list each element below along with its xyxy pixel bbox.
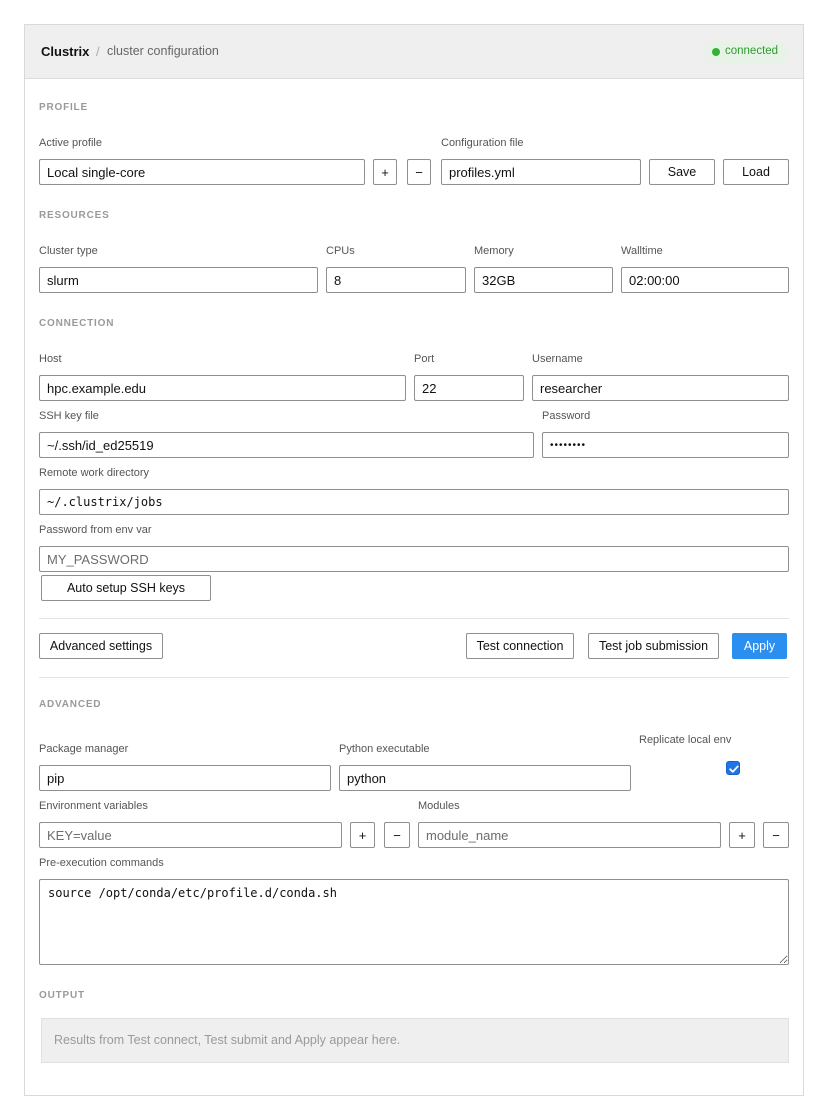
divider-top: [39, 618, 789, 619]
section-resources-title: RESOURCES: [39, 210, 110, 221]
env-vars-label: Environment variables: [39, 800, 148, 812]
package-manager-label: Package manager: [39, 743, 129, 755]
add-env-var-button[interactable]: +: [350, 822, 375, 848]
python-executable-input[interactable]: [339, 765, 631, 791]
walltime-input[interactable]: [621, 267, 789, 293]
port-input[interactable]: [414, 375, 524, 401]
panel-header: Clustrix / cluster configuration connect…: [25, 25, 803, 79]
active-profile-label: Active profile: [39, 137, 102, 149]
package-manager-select[interactable]: [39, 765, 331, 791]
env-password-input[interactable]: [39, 546, 789, 572]
port-label: Port: [414, 353, 435, 365]
modules-label: Modules: [418, 800, 460, 812]
password-input[interactable]: [542, 432, 789, 458]
section-profile-title: PROFILE: [39, 102, 88, 113]
active-profile-input[interactable]: [39, 159, 365, 185]
breadcrumb-separator: /: [96, 44, 100, 59]
config-panel: Clustrix / cluster configuration connect…: [24, 24, 804, 1096]
env-vars-input[interactable]: [39, 822, 342, 848]
cpus-label: CPUs: [326, 245, 355, 257]
load-button[interactable]: Load: [723, 159, 789, 185]
section-output-title: OUTPUT: [39, 990, 85, 1001]
replicate-env-label: Replicate local env: [639, 734, 732, 746]
remove-module-button[interactable]: −: [763, 822, 789, 848]
page-subtitle: cluster configuration: [107, 44, 219, 58]
apply-button[interactable]: Apply: [732, 633, 787, 659]
cluster-type-select[interactable]: [39, 267, 318, 293]
test-job-submission-button[interactable]: Test job submission: [588, 633, 719, 659]
advanced-settings-button[interactable]: Advanced settings: [39, 633, 163, 659]
replicate-env-checkbox[interactable]: [726, 761, 740, 775]
status-badge: connected: [705, 41, 789, 63]
password-label: Password: [542, 410, 591, 422]
remove-profile-button[interactable]: −: [407, 159, 431, 185]
cluster-type-label: Cluster type: [39, 245, 98, 257]
output-area: Results from Test connect, Test submit a…: [41, 1018, 789, 1063]
cpus-input[interactable]: [326, 267, 466, 293]
ssh-key-input[interactable]: [39, 432, 534, 458]
username-label: Username: [532, 353, 583, 365]
section-advanced-title: ADVANCED: [39, 699, 102, 710]
host-label: Host: [39, 353, 62, 365]
memory-input[interactable]: [474, 267, 613, 293]
status-dot-icon: [712, 48, 720, 56]
divider-bottom: [39, 677, 789, 678]
python-executable-label: Python executable: [339, 743, 430, 755]
memory-label: Memory: [474, 245, 514, 257]
pre-exec-textarea[interactable]: source /opt/conda/etc/profile.d/conda.sh: [39, 879, 789, 965]
ssh-key-label: SSH key file: [39, 410, 99, 422]
add-profile-button[interactable]: +: [373, 159, 397, 185]
work-dir-label: Remote work directory: [39, 467, 150, 479]
save-button[interactable]: Save: [649, 159, 715, 185]
config-file-label: Configuration file: [441, 137, 524, 149]
status-text: connected: [725, 45, 779, 57]
add-module-button[interactable]: +: [729, 822, 755, 848]
work-dir-input[interactable]: [39, 489, 789, 515]
env-password-label: Password from env var: [39, 524, 152, 536]
output-placeholder: Results from Test connect, Test submit a…: [54, 1033, 401, 1047]
brand-title: Clustrix: [41, 44, 90, 59]
username-input[interactable]: [532, 375, 789, 401]
config-file-input[interactable]: [441, 159, 641, 185]
walltime-label: Walltime: [621, 245, 663, 257]
checkmark-icon: [729, 765, 739, 773]
remove-env-var-button[interactable]: −: [384, 822, 410, 848]
auto-setup-ssh-button[interactable]: Auto setup SSH keys: [41, 575, 211, 601]
test-connection-button[interactable]: Test connection: [466, 633, 574, 659]
section-connection-title: CONNECTION: [39, 318, 115, 329]
pre-exec-label: Pre-execution commands: [39, 857, 164, 869]
host-input[interactable]: [39, 375, 406, 401]
modules-input[interactable]: [418, 822, 721, 848]
